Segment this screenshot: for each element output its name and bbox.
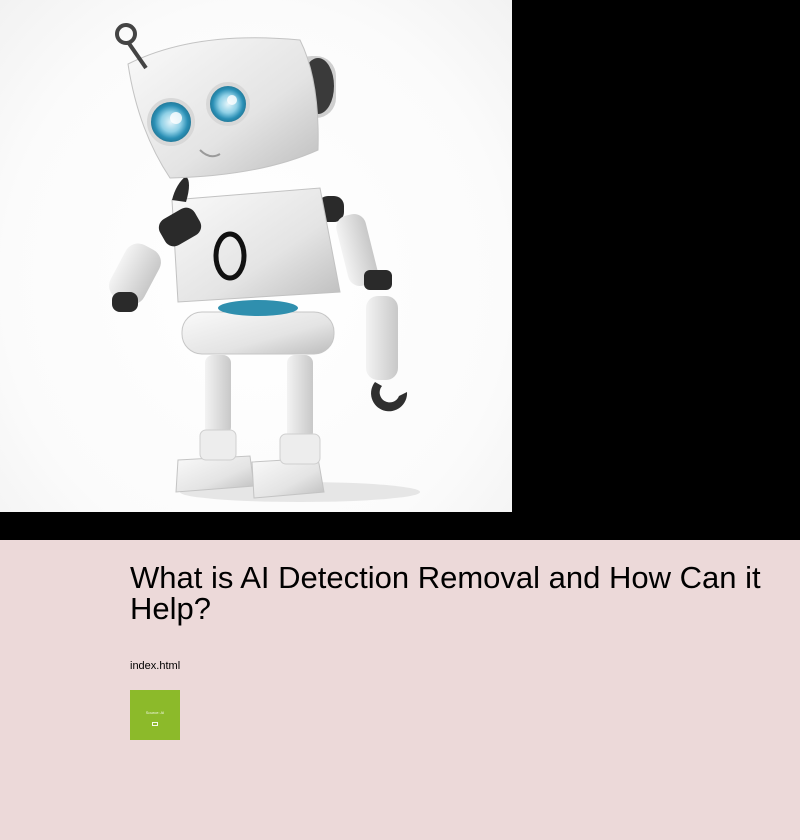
article-section: What is AI Detection Removal and How Can… — [0, 540, 800, 840]
hero-section — [0, 0, 800, 540]
index-link[interactable]: index.html — [130, 660, 180, 672]
thumbnail-button[interactable]: Source: AI — [130, 690, 180, 740]
robot-image — [0, 0, 512, 512]
thumbnail-label: Source: AI — [145, 710, 165, 715]
page-title: What is AI Detection Removal and How Can… — [130, 560, 761, 626]
play-icon — [152, 722, 158, 726]
